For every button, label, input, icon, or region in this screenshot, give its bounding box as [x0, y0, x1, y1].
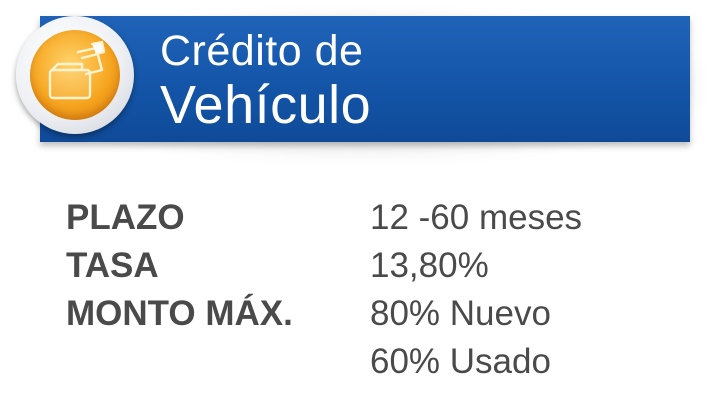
max-amount-label: MONTO MÁX. — [66, 294, 293, 333]
term-label: PLAZO — [66, 198, 185, 237]
banner-title-line-1: Crédito de — [160, 27, 364, 75]
max-amount-used-value: 60% Usado — [370, 342, 551, 381]
term-value: 12 -60 meses — [370, 198, 583, 237]
rate-label: TASA — [66, 246, 159, 285]
wallet-card-icon — [30, 30, 120, 120]
rate-value: 13,80% — [370, 246, 489, 285]
banner-title-line-2: Vehículo — [160, 75, 372, 135]
max-amount-new-value: 80% Nuevo — [370, 294, 551, 333]
